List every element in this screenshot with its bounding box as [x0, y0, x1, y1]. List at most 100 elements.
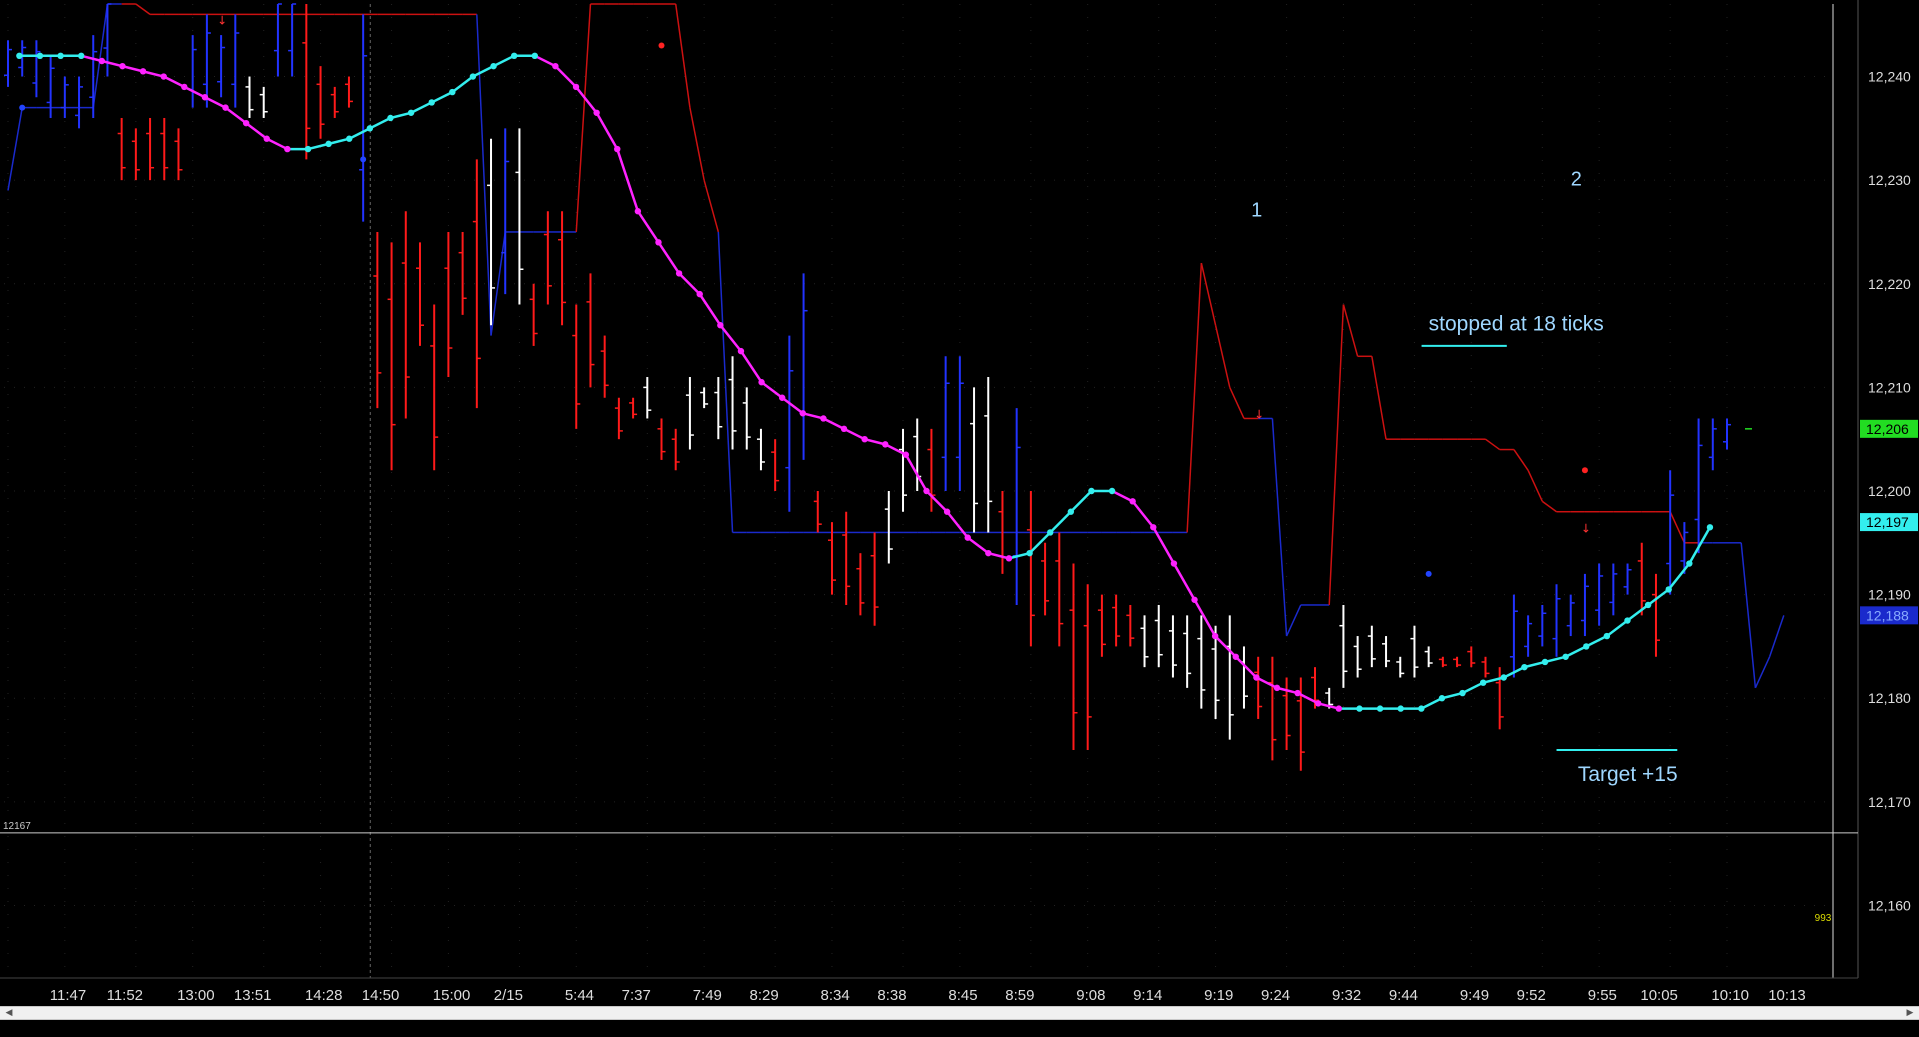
moving-average-dot: [552, 62, 559, 70]
annotation-target-15: Target +15: [1578, 763, 1678, 786]
moving-average-dot: [1397, 705, 1404, 712]
y-tick-label: 12,180: [1868, 690, 1911, 706]
x-tick-label: 7:37: [622, 987, 651, 1004]
moving-average-dot: [758, 379, 765, 386]
moving-average-dot: [284, 145, 291, 153]
moving-average-dot: [1624, 617, 1631, 624]
moving-average-dot: [1706, 524, 1714, 531]
x-tick-label: 9:08: [1076, 987, 1105, 1004]
moving-average-dot: [840, 425, 848, 433]
moving-average-dot: [1376, 705, 1384, 712]
moving-average-dot: [1686, 560, 1693, 567]
chart-window: 12167↓↓↓123stopped at 18 ticksTarget +15…: [0, 0, 1919, 1037]
moving-average-dot: [1273, 684, 1281, 692]
moving-average-dot: [717, 322, 724, 329]
moving-average-dot: [799, 410, 807, 417]
y-tick-label: 12,210: [1868, 379, 1911, 395]
moving-average-dot: [572, 83, 580, 91]
moving-average-dot: [469, 73, 477, 80]
copyright-notice: Created with TradeStation. ©TradeStation…: [1524, 1024, 1913, 1036]
price-chart[interactable]: 12167↓↓↓123stopped at 18 ticksTarget +15…: [0, 0, 1919, 1006]
down-arrow-icon: ↓: [1254, 407, 1264, 421]
x-tick-label: 7:49: [693, 987, 722, 1004]
y-tick-label: 12,190: [1868, 587, 1911, 603]
moving-average-dot: [160, 73, 167, 80]
moving-average-dot: [1026, 549, 1033, 557]
moving-average-dot: [1047, 529, 1054, 536]
moving-average-dot: [1067, 508, 1075, 515]
moving-average-dot: [407, 109, 415, 116]
down-arrow-icon: ↓: [1581, 521, 1591, 535]
moving-average-dot: [655, 239, 662, 246]
moving-average-dot: [387, 114, 394, 122]
moving-average-dot: [737, 347, 745, 355]
y-tick-label: 12,240: [1868, 69, 1911, 85]
moving-average-dot: [531, 52, 538, 60]
signal-dot-icon: [658, 42, 665, 49]
x-tick-label: 9:24: [1261, 987, 1290, 1004]
signal-dot-icon: [19, 104, 26, 111]
signal-dot-icon: [1581, 467, 1588, 474]
signal-dot-icon: [1425, 570, 1432, 577]
down-arrow-icon: ↓: [217, 14, 227, 28]
moving-average-dot: [1541, 658, 1549, 666]
x-tick-label: 8:59: [1005, 987, 1034, 1004]
moving-average-dot: [346, 135, 353, 142]
moving-average-dot: [923, 487, 930, 495]
moving-average-dot: [325, 140, 332, 148]
y-tick-label: 12,220: [1868, 276, 1911, 292]
moving-average-dot: [1562, 653, 1569, 660]
x-tick-label: 15:00: [433, 987, 471, 1004]
y-tick-label: 12,170: [1868, 794, 1911, 810]
price-flag-text-last: 12,206: [1866, 421, 1909, 437]
moving-average-dot: [98, 57, 106, 65]
moving-average-dot: [78, 52, 85, 60]
x-tick-label: 10:13: [1768, 987, 1806, 1004]
x-tick-label: 9:32: [1332, 987, 1361, 1004]
x-tick-label: 11:52: [107, 987, 143, 1004]
moving-average-dot: [366, 125, 374, 132]
moving-average-dot: [1665, 586, 1672, 593]
x-tick-label: 9:19: [1204, 987, 1233, 1004]
x-tick-label: 9:55: [1588, 987, 1617, 1004]
moving-average-dot: [1005, 555, 1013, 562]
moving-average-dot: [1191, 596, 1198, 603]
x-tick-label: 8:38: [877, 987, 906, 1004]
x-tick-label: 14:50: [362, 987, 400, 1004]
x-tick-label: 9:44: [1389, 987, 1418, 1004]
moving-average-dot: [16, 52, 23, 60]
annotation-label-2: 2: [1571, 168, 1582, 190]
x-tick-label: 2/15: [494, 987, 523, 1004]
y-tick-label: 12,200: [1868, 483, 1911, 499]
signal-dot-icon: [360, 156, 367, 163]
moving-average-dot: [696, 290, 703, 298]
moving-average-dot: [510, 52, 518, 60]
moving-average-dot: [1315, 700, 1322, 707]
moving-average-dot: [1418, 705, 1425, 712]
scroll-right-icon[interactable]: ▶: [1903, 1007, 1917, 1019]
x-tick-label: 10:10: [1711, 987, 1749, 1004]
moving-average-dot: [1170, 560, 1178, 567]
moving-average-dot: [1500, 674, 1507, 681]
moving-average-dot: [675, 270, 683, 277]
moving-average-dot: [614, 145, 621, 153]
moving-average-dot: [902, 451, 910, 458]
moving-average-dot: [263, 135, 270, 142]
moving-average-dot: [778, 394, 786, 401]
moving-average-dot: [181, 83, 188, 91]
scroll-left-icon[interactable]: ◀: [2, 1007, 16, 1019]
moving-average-dot: [1211, 632, 1219, 640]
x-tick-label: 11:47: [50, 987, 86, 1004]
moving-average-dot: [964, 534, 971, 541]
moving-average-dot: [36, 52, 44, 60]
horizontal-scrollbar[interactable]: ◀ ▶: [0, 1006, 1919, 1020]
moving-average-dot: [1583, 643, 1590, 650]
x-tick-label: 13:00: [177, 987, 215, 1004]
annotation-stopped: stopped at 18 ticks: [1429, 312, 1604, 335]
moving-average-dot: [1603, 632, 1611, 640]
moving-average-dot: [139, 68, 147, 75]
moving-average-dot: [428, 99, 435, 106]
moving-average-dot: [1335, 705, 1343, 712]
x-tick-label: 14:28: [305, 987, 343, 1004]
moving-average-dot: [1253, 674, 1260, 681]
